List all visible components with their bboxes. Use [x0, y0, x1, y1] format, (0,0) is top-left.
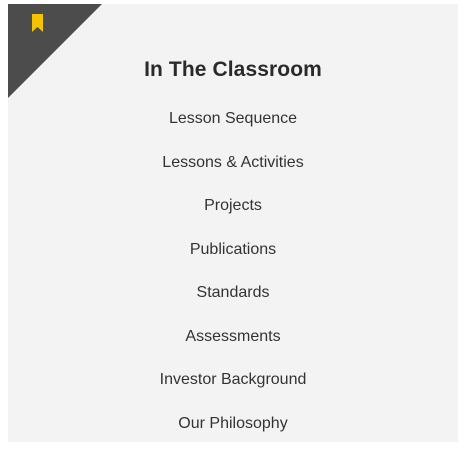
- investor-background-link[interactable]: Investor Background: [160, 371, 307, 388]
- projects-link[interactable]: Projects: [204, 197, 262, 214]
- publications-link[interactable]: Publications: [190, 241, 276, 258]
- menu-item-lessons-activities: Lessons & Activities: [8, 152, 458, 196]
- menu-item-standards: Standards: [8, 282, 458, 326]
- classroom-panel: In The Classroom Lesson Sequence Lessons…: [8, 4, 458, 442]
- menu-item-assessments: Assessments: [8, 326, 458, 370]
- menu-item-our-philosophy: Our Philosophy: [8, 413, 458, 457]
- lessons-activities-link[interactable]: Lessons & Activities: [162, 154, 303, 171]
- classroom-menu: Lesson Sequence Lessons & Activities Pro…: [8, 108, 458, 456]
- panel-title: In The Classroom: [144, 58, 322, 81]
- menu-item-projects: Projects: [8, 195, 458, 239]
- menu-item-publications: Publications: [8, 239, 458, 283]
- menu-item-investor-background: Investor Background: [8, 369, 458, 413]
- our-philosophy-link[interactable]: Our Philosophy: [178, 415, 287, 432]
- corner-triangle: [8, 4, 102, 98]
- standards-link[interactable]: Standards: [197, 284, 270, 301]
- menu-item-lesson-sequence: Lesson Sequence: [8, 108, 458, 152]
- lesson-sequence-link[interactable]: Lesson Sequence: [169, 110, 297, 127]
- assessments-link[interactable]: Assessments: [185, 328, 280, 345]
- corner-ribbon: [8, 4, 102, 98]
- bookmark-icon: [32, 14, 43, 32]
